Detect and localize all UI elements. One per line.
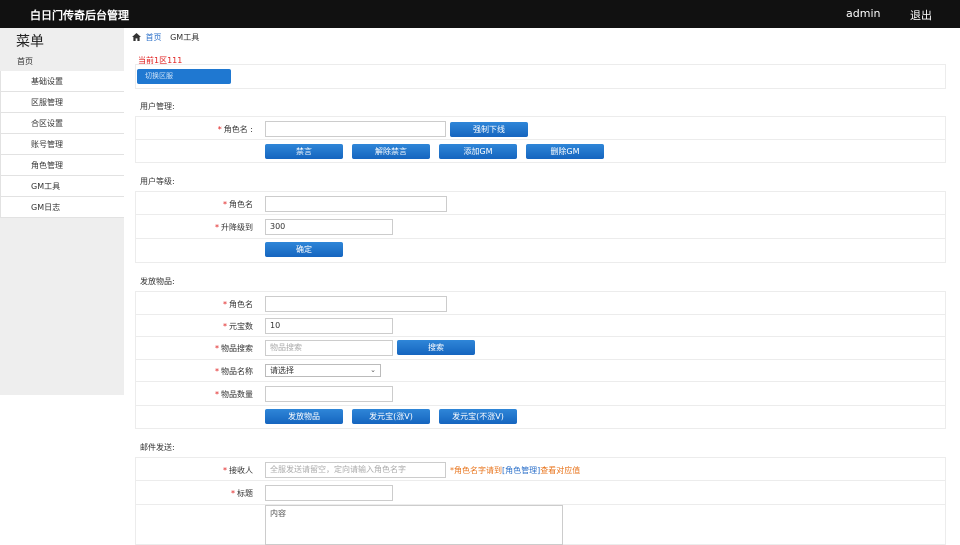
recipient-note-prefix: *角色名字请到 [450,466,502,475]
recipient-note-suffix: 查看对应值 [540,466,581,475]
form-row-item-name: * 物品名称 请选择 ⌄ [135,360,946,382]
app-title: 白日门传奇后台管理 [30,9,129,22]
required-marker: * [215,344,219,353]
role-management-link[interactable]: [角色管理] [502,466,540,475]
item-quantity-label: 物品数量 [221,390,253,399]
level-confirm-button[interactable]: 确定 [265,242,343,257]
section-title-send-items: 发放物品: [140,277,175,286]
required-marker: * [215,390,219,399]
items-role-name-input[interactable] [265,296,447,312]
sidebar-item-gm-tools[interactable]: GM工具 [0,176,124,197]
mail-recipient-label: 接收人 [229,466,253,475]
sidebar-item-home[interactable]: 首页 [17,56,33,67]
current-user: admin [846,7,881,20]
sidebar-item-server-management[interactable]: 区服管理 [0,92,124,113]
item-quantity-input[interactable] [265,386,393,402]
form-row-mail-subject: * 标题 [135,481,946,505]
top-bar: 白日门传奇后台管理 admin 退出 [0,0,960,28]
required-marker: * [223,466,227,475]
section-title-user-management: 用户管理: [140,102,175,111]
remove-gm-button[interactable]: 删除GM [526,144,604,159]
unmute-button[interactable]: 解除禁言 [352,144,430,159]
required-marker: * [231,489,235,498]
required-marker: * [223,322,227,331]
ingot-amount-label: 元宝数 [229,322,253,331]
role-name-label: 角色名 : [223,125,253,134]
required-marker: * [215,367,219,376]
level-target-input[interactable]: 300 [265,219,393,235]
form-row-mail-body: 内容 [135,505,946,545]
form-row-role-name: * 角色名 : 强制下线 [135,116,946,140]
sidebar-menu: 基础设置 区服管理 合区设置 账号管理 角色管理 GM工具 GM日志 [0,71,124,218]
sidebar: 菜单 首页 基础设置 区服管理 合区设置 账号管理 角色管理 GM工具 GM日志 [0,28,124,395]
required-marker: * [223,200,227,209]
ingot-amount-input[interactable]: 10 [265,318,393,334]
item-search-label: 物品搜索 [221,344,253,353]
breadcrumb-current: GM工具 [170,33,200,42]
breadcrumb: 首页 GM工具 [132,32,199,43]
required-marker: * [215,223,219,232]
item-name-selected: 请选择 [270,366,294,375]
home-icon [132,33,141,41]
sidebar-item-gm-log[interactable]: GM日志 [0,197,124,218]
item-name-select[interactable]: 请选择 ⌄ [265,364,381,377]
add-gm-button[interactable]: 添加GM [439,144,517,159]
form-row-mail-recipient: * 接收人 全服发送请留空，定向请输入角色名字 *角色名字请到[角色管理]查看对应… [135,457,946,481]
chevron-down-icon: ⌄ [370,366,376,374]
server-row [135,64,946,89]
items-role-name-label: 角色名 [229,300,253,309]
form-row-items-role-name: * 角色名 [135,291,946,315]
mail-recipient-input[interactable]: 全服发送请留空，定向请输入角色名字 [265,462,446,478]
level-target-label: 升降级到 [221,223,253,232]
item-search-button[interactable]: 搜索 [397,340,475,355]
form-row-user-actions: 禁言 解除禁言 添加GM 删除GM [135,140,946,163]
server-select-button[interactable]: 切换区服 [137,69,231,84]
sidebar-item-basic-settings[interactable]: 基础设置 [0,71,124,92]
mail-subject-input[interactable] [265,485,393,501]
sidebar-item-merge-settings[interactable]: 合区设置 [0,113,124,134]
sidebar-title: 菜单 [16,34,44,50]
send-ingot-vip-button[interactable]: 发元宝(涨V) [352,409,430,424]
required-marker: * [217,125,222,134]
form-row-item-quantity: * 物品数量 [135,382,946,406]
item-name-label: 物品名称 [221,367,253,376]
send-ingot-novip-button[interactable]: 发元宝(不涨V) [439,409,517,424]
logout-link[interactable]: 退出 [910,7,932,23]
mail-body-textarea[interactable]: 内容 [265,505,563,545]
form-row-level-target: * 升降级到 300 [135,215,946,239]
sidebar-item-account-management[interactable]: 账号管理 [0,134,124,155]
send-item-button[interactable]: 发放物品 [265,409,343,424]
level-role-name-label: 角色名 [229,200,253,209]
sidebar-item-role-management[interactable]: 角色管理 [0,155,124,176]
force-offline-button[interactable]: 强制下线 [450,122,528,137]
section-title-user-level: 用户等级: [140,177,175,186]
form-row-ingot-amount: * 元宝数 10 [135,315,946,337]
section-title-mail: 邮件发送: [140,443,175,452]
form-row-level-role-name: * 角色名 [135,191,946,215]
item-search-input[interactable]: 物品搜索 [265,340,393,356]
level-role-name-input[interactable] [265,196,447,212]
mail-subject-label: 标题 [237,489,253,498]
role-name-input[interactable] [265,121,446,137]
recipient-note: *角色名字请到[角色管理]查看对应值 [450,465,580,476]
form-row-level-confirm: 确定 [135,239,946,263]
form-row-item-actions: 发放物品 发元宝(涨V) 发元宝(不涨V) [135,406,946,429]
form-row-item-search: * 物品搜索 物品搜索 搜索 [135,337,946,360]
required-marker: * [223,300,227,309]
breadcrumb-home-link[interactable]: 首页 [146,33,162,42]
mute-button[interactable]: 禁言 [265,144,343,159]
